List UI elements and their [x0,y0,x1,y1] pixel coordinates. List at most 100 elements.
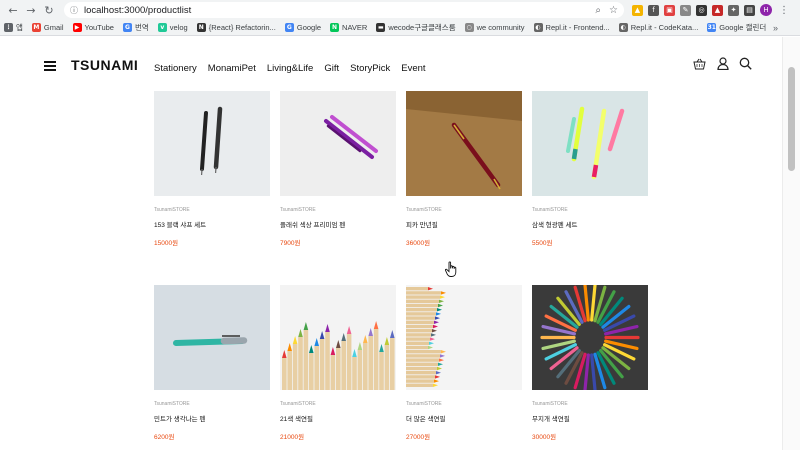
product-image[interactable] [154,91,270,196]
bookmark-item[interactable]: M Gmail [31,23,64,32]
bookmark-favicon-icon: ◐ [618,23,628,32]
product-card[interactable]: TsunamiSTORE 무지개 색연필 30000원 [532,285,648,441]
product-name[interactable]: 피카 만년필 [406,219,522,229]
address-bar[interactable]: ⓘ localhost:3000/productlist ⌕ ☆ [64,2,624,18]
zoom-icon[interactable]: ⌕ [595,5,601,16]
scrollbar-thumb[interactable] [788,67,795,171]
cart-icon[interactable] [693,57,706,70]
bookmark-item[interactable]: G Google [284,23,321,32]
bookmark-favicon-icon: N [330,23,340,32]
bookmark-label: 번역 [134,23,149,32]
user-icon[interactable] [716,57,729,70]
product-price: 5500원 [532,240,553,247]
page-scrollbar[interactable] [782,37,800,450]
site-logo[interactable]: TSUNAMI [71,57,138,73]
extension-icon[interactable]: ▣ [664,4,675,16]
product-name[interactable]: 더 많은 색연필 [406,413,522,423]
browser-toolbar: ← → ↻ ⓘ localhost:3000/productlist ⌕ ☆ ▲… [0,0,800,20]
bookmark-label: 앱 [16,23,23,32]
bookmark-label: wecode구글클래스룸 [388,23,456,32]
product-card[interactable]: TsunamiSTORE 153 블랙 샤프 세트 15000원 [154,91,270,247]
nav-item-livinglife[interactable]: Living&Life [267,63,313,74]
product-name[interactable]: 153 블랙 샤프 세트 [154,219,270,229]
main-nav: Stationery MonamiPet Living&Life Gift StoryP… [154,63,437,74]
bookmark-label: Repl.it - Frontend... [545,23,610,32]
bookmark-item[interactable]: N NAVER [330,23,367,32]
product-price: 6200원 [154,434,175,441]
bookmark-item[interactable]: ▬ wecode구글클래스룸 [376,22,456,33]
site-info-icon[interactable]: ⓘ [70,5,78,16]
bookmark-item[interactable]: 31 Google 캘린더 [707,22,766,33]
menu-kebab-icon[interactable]: ⋮ [779,5,789,16]
bookmark-label: {React} Refactorin... [208,23,276,32]
product-name[interactable]: 삼색 형광펜 세트 [532,219,648,229]
bookmark-item[interactable]: G 번역 [122,22,149,33]
bookmark-item[interactable]: N {React} Refactorin... [196,23,276,32]
forward-icon[interactable]: → [22,1,40,19]
eyedropper-icon[interactable]: ✎ [680,4,691,16]
product-image[interactable] [532,91,648,196]
product-image[interactable] [280,285,396,390]
bookmarks-more-icon[interactable]: » [773,23,778,33]
bookmark-label: YouTube [84,23,114,32]
bookmark-favicon-icon: ⋮ [4,23,13,32]
reload-icon[interactable]: ↻ [40,1,58,19]
product-name[interactable]: 21색 색연필 [280,413,396,423]
product-price: 15000원 [154,240,179,247]
bookmark-item[interactable]: ○ we community [464,23,525,32]
product-brand: TsunamiSTORE [406,401,442,407]
extension-icon[interactable]: ▲ [632,4,643,16]
bookmark-item[interactable]: ◐ Repl.it - CodeKata... [618,23,698,32]
bookmark-favicon-icon: ▶ [72,23,82,32]
product-name[interactable]: 플래쉬 섹상 프리미엄 펜 [280,219,396,229]
puzzle-icon[interactable]: ✦ [728,4,739,16]
product-image[interactable] [406,91,522,196]
product-card[interactable]: TsunamiSTORE 플래쉬 섹상 프리미엄 펜 7900원 [280,91,396,247]
product-brand: TsunamiSTORE [154,401,190,407]
extension-icon[interactable]: ▲ [712,4,723,16]
mouse-pointer-icon [444,261,459,283]
bookmark-star-icon[interactable]: ☆ [609,5,618,16]
bookmark-label: NAVER [342,23,368,32]
product-brand: TsunamiSTORE [154,207,190,213]
search-icon[interactable] [739,57,752,70]
bookmark-favicon-icon: ○ [464,23,474,32]
product-image[interactable] [532,285,648,390]
back-icon[interactable]: ← [4,1,22,19]
bookmark-favicon-icon: G [122,23,132,32]
bookmark-item[interactable]: ⋮ 앱 [4,22,23,33]
bookmark-item[interactable]: v velog [157,23,188,32]
bookmark-label: Gmail [43,23,64,32]
product-card[interactable]: TsunamiSTORE 민트가 생각나는 펜 6200원 [154,285,270,441]
product-card[interactable]: TsunamiSTORE 삼색 형광펜 세트 5500원 [532,91,648,247]
bookmark-favicon-icon: v [157,23,167,32]
bookmark-item[interactable]: ◐ Repl.it - Frontend... [533,23,610,32]
product-price: 21000원 [280,434,305,441]
hamburger-menu-icon[interactable] [44,61,56,71]
nav-item-event[interactable]: Event [401,63,425,74]
product-brand: TsunamiSTORE [280,207,316,213]
product-card[interactable]: TsunamiSTORE 더 많은 색연필 27000원 [406,285,522,441]
product-card[interactable]: TsunamiSTORE 피카 만년필 36000원 [406,91,522,247]
profile-avatar[interactable]: H [760,4,772,16]
nav-item-gift[interactable]: Gift [324,63,339,74]
bookmark-favicon-icon: M [31,23,41,32]
nav-item-stationery[interactable]: Stationery [154,63,197,74]
product-price: 27000원 [406,434,431,441]
extension-icon[interactable]: ▤ [744,4,755,16]
product-image[interactable] [280,91,396,196]
nav-item-monamipet[interactable]: MonamiPet [208,63,256,74]
product-name[interactable]: 무지개 색연필 [532,413,648,423]
product-name[interactable]: 민트가 생각나는 펜 [154,413,270,423]
nav-item-storypick[interactable]: StoryPick [350,63,390,74]
url-text: localhost:3000/productlist [84,4,192,16]
product-brand: TsunamiSTORE [406,207,442,213]
product-brand: TsunamiSTORE [532,207,568,213]
product-image[interactable] [406,285,522,390]
extension-icon[interactable]: f [648,4,659,16]
bookmark-label: Google 캘린더 [719,23,767,32]
product-image[interactable] [154,285,270,390]
extension-icon[interactable]: ◎ [696,4,707,16]
product-card[interactable]: TsunamiSTORE 21색 색연필 21000원 [280,285,396,441]
bookmark-item[interactable]: ▶ YouTube [72,23,114,32]
